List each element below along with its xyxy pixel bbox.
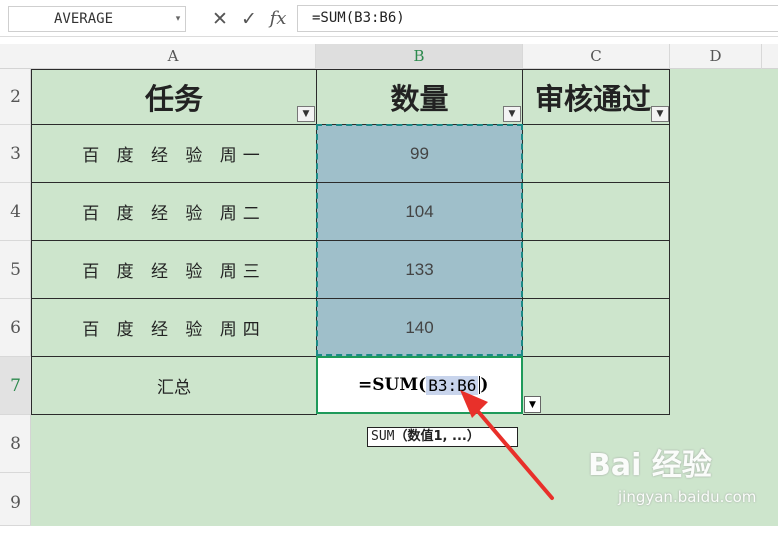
cell-b2[interactable]: 数量 xyxy=(317,69,523,125)
filter-dropdown-icon[interactable]: ▼ xyxy=(651,106,669,122)
task-label: 百 度 经 验 周三 xyxy=(82,262,266,282)
task-label: 百 度 经 验 周一 xyxy=(82,146,266,166)
cell-a6[interactable]: 百 度 经 验 周四 xyxy=(31,299,317,357)
cell-c6[interactable] xyxy=(523,299,670,357)
name-box[interactable]: AVERAGE xyxy=(8,6,186,32)
cell-a2[interactable]: 任务 xyxy=(31,69,317,125)
watermark-url: jingyan.baidu.com xyxy=(618,488,757,506)
row-header-5[interactable]: 5 xyxy=(0,241,31,299)
column-header-a[interactable]: A xyxy=(31,44,316,69)
tooltip-paren-open: （ xyxy=(394,429,408,444)
cell-b3[interactable]: 99 xyxy=(317,125,523,183)
cell-a3[interactable]: 百 度 经 验 周一 xyxy=(31,125,317,183)
formula-prefix: =SUM( xyxy=(358,375,427,395)
cell-c2[interactable]: 审核通过 xyxy=(523,69,670,125)
check-icon[interactable]: ✓ xyxy=(237,7,261,31)
cell-b6[interactable]: 140 xyxy=(317,299,523,357)
quantity-value: 104 xyxy=(405,201,434,221)
column-header-b[interactable]: B xyxy=(316,44,523,69)
quantity-value: 133 xyxy=(405,259,434,279)
cancel-icon[interactable]: ✕ xyxy=(208,7,232,31)
header-task: 任务 xyxy=(144,82,203,116)
filter-dropdown-icon[interactable]: ▼ xyxy=(503,106,521,122)
header-approved: 审核通过 xyxy=(535,82,652,116)
summary-label: 汇总 xyxy=(157,378,191,398)
tooltip-function-name: SUM xyxy=(371,429,395,444)
task-label: 百 度 经 验 周四 xyxy=(82,320,266,340)
cell-a5[interactable]: 百 度 经 验 周三 xyxy=(31,241,317,299)
row-header-2[interactable]: 2 xyxy=(0,69,31,125)
cell-b4[interactable]: 104 xyxy=(317,183,523,241)
row-header-3[interactable]: 3 xyxy=(0,125,31,183)
column-header-c[interactable]: C xyxy=(523,44,670,69)
cell-b5[interactable]: 133 xyxy=(317,241,523,299)
cell-c4[interactable] xyxy=(523,183,670,241)
formula-input[interactable]: =SUM(B3:B6) xyxy=(297,5,778,32)
task-label: 百 度 经 验 周二 xyxy=(82,204,266,224)
row-header-9[interactable]: 9 xyxy=(0,473,31,526)
row-header-6[interactable]: 6 xyxy=(0,299,31,357)
cell-a4[interactable]: 百 度 经 验 周二 xyxy=(31,183,317,241)
row-header-7[interactable]: 7 xyxy=(0,357,31,415)
annotation-arrow-icon xyxy=(460,390,554,500)
filter-dropdown-icon[interactable]: ▼ xyxy=(297,106,315,122)
fx-icon[interactable]: fx xyxy=(266,7,290,31)
chevron-down-icon[interactable]: ▾ xyxy=(170,6,186,32)
row-header-8[interactable]: 8 xyxy=(0,415,31,473)
row-header-4[interactable]: 4 xyxy=(0,183,31,241)
watermark: Bai 经验 jingyan.baidu.com xyxy=(588,440,773,520)
header-quantity: 数量 xyxy=(390,82,449,116)
cell-c3[interactable] xyxy=(523,125,670,183)
quantity-value: 140 xyxy=(405,317,434,337)
column-header-d[interactable]: D xyxy=(670,44,762,69)
watermark-logo: Bai 经验 xyxy=(588,448,712,483)
cell-a7[interactable]: 汇总 xyxy=(31,357,317,415)
quantity-value: 99 xyxy=(410,143,429,163)
cell-c5[interactable] xyxy=(523,241,670,299)
